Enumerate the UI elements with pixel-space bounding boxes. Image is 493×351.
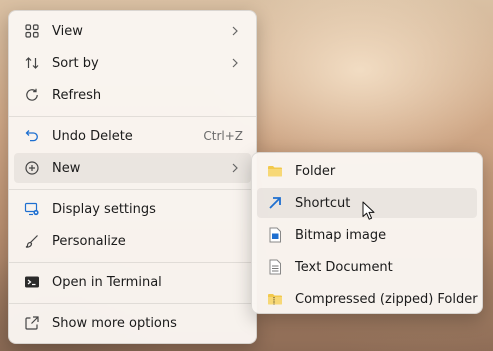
submenu-item-text-document[interactable]: Text Document — [257, 252, 477, 282]
bitmap-icon — [267, 227, 283, 243]
brush-icon — [24, 233, 40, 249]
menu-item-label: Sort by — [52, 55, 99, 71]
submenu-item-label: Shortcut — [295, 195, 351, 211]
menu-separator — [9, 262, 256, 263]
display-icon — [24, 201, 40, 217]
shortcut-arrow-icon — [267, 195, 283, 211]
share-icon — [24, 315, 40, 331]
menu-item-display-settings[interactable]: Display settings — [14, 194, 251, 224]
menu-item-view[interactable]: View — [14, 16, 251, 46]
grid-icon — [24, 23, 40, 39]
submenu-item-label: Compressed (zipped) Folder — [295, 291, 478, 307]
menu-item-label: Display settings — [52, 201, 156, 217]
folder-icon — [267, 163, 283, 179]
menu-item-label: New — [52, 160, 81, 176]
menu-separator — [9, 116, 256, 117]
plus-circle-icon — [24, 160, 40, 176]
chevron-right-icon — [228, 161, 242, 175]
menu-item-label: Open in Terminal — [52, 274, 162, 290]
menu-separator — [9, 189, 256, 190]
desktop-context-menu: View Sort by Refresh Undo Delete Ctrl+Z … — [8, 10, 257, 344]
terminal-icon — [24, 274, 40, 290]
menu-item-label: Personalize — [52, 233, 126, 249]
chevron-right-icon — [228, 56, 242, 70]
submenu-item-bitmap-image[interactable]: Bitmap image — [257, 220, 477, 250]
menu-separator — [9, 303, 256, 304]
submenu-item-label: Text Document — [295, 259, 393, 275]
new-submenu: Folder Shortcut Bitmap image Text Docume… — [251, 152, 483, 314]
menu-item-open-in-terminal[interactable]: Open in Terminal — [14, 267, 251, 297]
menu-item-label: Undo Delete — [52, 128, 133, 144]
submenu-item-folder[interactable]: Folder — [257, 156, 477, 186]
menu-item-new[interactable]: New — [14, 153, 251, 183]
sort-icon — [24, 55, 40, 71]
mouse-pointer-icon — [362, 201, 375, 220]
menu-item-undo-delete[interactable]: Undo Delete Ctrl+Z — [14, 121, 251, 151]
text-document-icon — [267, 259, 283, 275]
zip-folder-icon — [267, 291, 283, 307]
menu-item-label: Show more options — [52, 315, 177, 331]
menu-item-sort-by[interactable]: Sort by — [14, 48, 251, 78]
menu-item-refresh[interactable]: Refresh — [14, 80, 251, 110]
submenu-item-compressed-folder[interactable]: Compressed (zipped) Folder — [257, 284, 478, 314]
refresh-icon — [24, 87, 40, 103]
submenu-item-label: Bitmap image — [295, 227, 387, 243]
menu-item-label: View — [52, 23, 83, 39]
menu-item-personalize[interactable]: Personalize — [14, 226, 251, 256]
chevron-right-icon — [228, 24, 242, 38]
menu-item-show-more-options[interactable]: Show more options — [14, 308, 251, 338]
menu-item-label: Refresh — [52, 87, 102, 103]
keyboard-shortcut: Ctrl+Z — [203, 129, 243, 143]
undo-icon — [24, 128, 40, 144]
submenu-item-label: Folder — [295, 163, 336, 179]
